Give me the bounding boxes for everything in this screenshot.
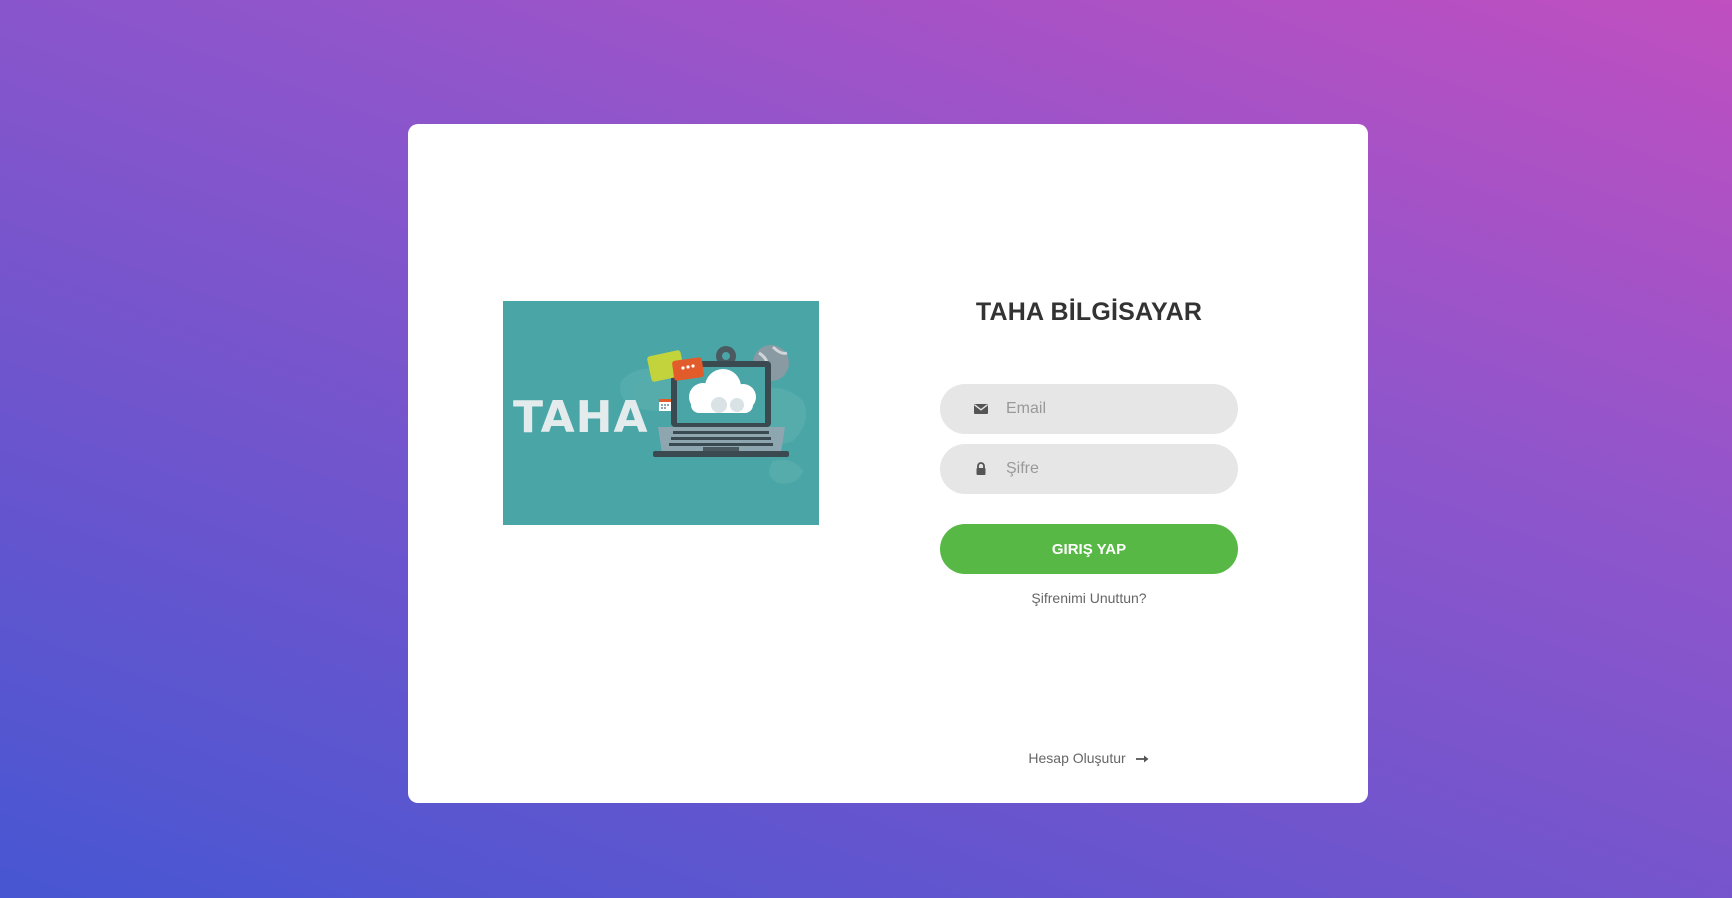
- login-button[interactable]: GIRIŞ YAP: [940, 524, 1238, 574]
- password-input[interactable]: [1006, 444, 1221, 494]
- create-account-link[interactable]: Hesap Oluşutur: [940, 750, 1238, 767]
- logo-illustration: TAHA: [513, 345, 807, 484]
- logo-image: TAHA: [503, 301, 819, 525]
- password-field[interactable]: [940, 444, 1238, 494]
- email-input[interactable]: [1006, 384, 1221, 434]
- page-title: TAHA BİLGİSAYAR: [975, 298, 1203, 326]
- lock-icon: [973, 461, 989, 477]
- login-form: TAHA BİLGİSAYAR GIRIŞ YAP Şifrenimi Unut…: [940, 124, 1238, 803]
- login-card: TAHA TAHA BİLGİSAYAR GIRIŞ YAP: [408, 124, 1368, 803]
- email-field[interactable]: [940, 384, 1238, 434]
- create-account-label: Hesap Oluşutur: [1028, 750, 1126, 766]
- arrow-right-icon: [1135, 751, 1150, 767]
- logo-text: TAHA: [513, 392, 649, 443]
- envelope-icon: [973, 401, 989, 417]
- forgot-password-link[interactable]: Şifrenimi Unuttun?: [940, 590, 1238, 606]
